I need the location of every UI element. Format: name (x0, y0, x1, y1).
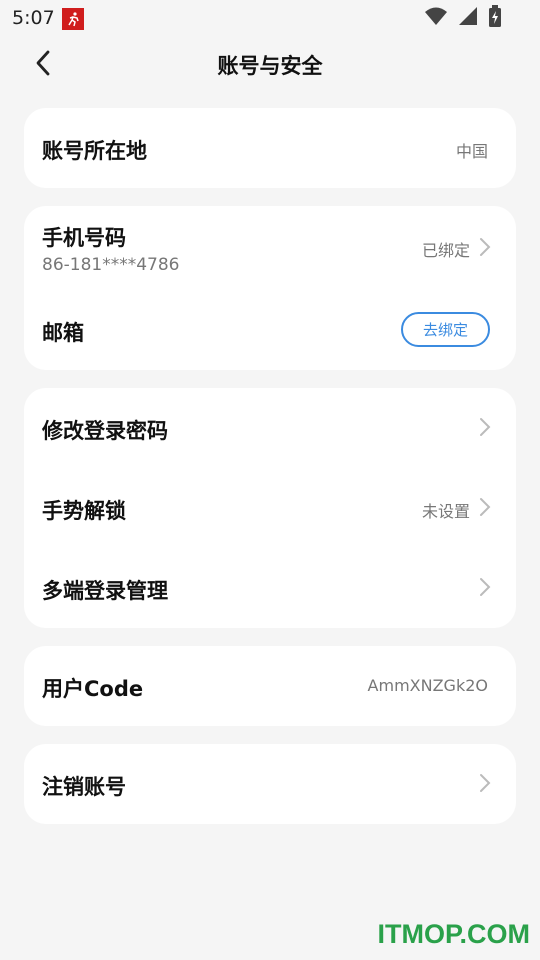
page-title: 账号与安全 (217, 54, 323, 78)
chevron-right-icon (480, 418, 491, 436)
user-code-label: 用户Code (42, 677, 144, 701)
account-region-value: 中国 (455, 142, 488, 161)
user-code-row[interactable]: 用户Code AmmXNZGk2O (24, 646, 516, 726)
phone-number: 86-181****4786 (42, 255, 180, 275)
deactivate-account-row[interactable]: 注销账号 (24, 744, 516, 824)
multi-device-label: 多端登录管理 (42, 579, 168, 603)
header: 账号与安全 (0, 36, 540, 92)
binding-card: 手机号码 86-181****4786 已绑定 邮箱 去绑定 (24, 206, 516, 370)
account-region-row[interactable]: 账号所在地 中国 (24, 108, 516, 188)
bind-email-button[interactable]: 去绑定 (401, 312, 490, 347)
account-region-label: 账号所在地 (42, 139, 147, 163)
status-time: 5:07 (12, 7, 55, 29)
deactivate-account-label: 注销账号 (42, 775, 126, 799)
user-code-value: AmmXNZGk2O (367, 676, 488, 695)
email-row[interactable]: 邮箱 去绑定 (24, 288, 516, 370)
user-code-card: 用户Code AmmXNZGk2O (24, 646, 516, 726)
watermark: ITMOP.COM (377, 919, 530, 949)
change-password-label: 修改登录密码 (42, 419, 168, 443)
security-card: 修改登录密码 手势解锁 未设置 多端登录管理 (24, 388, 516, 628)
wifi-icon (424, 6, 448, 30)
status-bar: 5:07 (0, 0, 540, 36)
multi-device-row[interactable]: 多端登录管理 (24, 548, 516, 628)
region-card: 账号所在地 中国 (24, 108, 516, 188)
email-label: 邮箱 (42, 321, 84, 345)
gesture-unlock-status: 未设置 (421, 502, 470, 521)
chevron-right-icon (480, 774, 491, 792)
signal-icon (458, 6, 478, 30)
gesture-unlock-label: 手势解锁 (42, 499, 126, 523)
app-notification-icon (62, 8, 84, 30)
status-icons (424, 5, 502, 31)
battery-icon (488, 5, 502, 31)
deactivate-card: 注销账号 (24, 744, 516, 824)
phone-label: 手机号码 (42, 226, 126, 250)
chevron-right-icon (480, 578, 491, 596)
chevron-right-icon (480, 498, 491, 516)
gesture-unlock-row[interactable]: 手势解锁 未设置 (24, 468, 516, 548)
phone-status: 已绑定 (421, 241, 470, 260)
phone-row[interactable]: 手机号码 86-181****4786 已绑定 (24, 206, 516, 288)
change-password-row[interactable]: 修改登录密码 (24, 388, 516, 468)
chevron-right-icon (480, 238, 491, 256)
